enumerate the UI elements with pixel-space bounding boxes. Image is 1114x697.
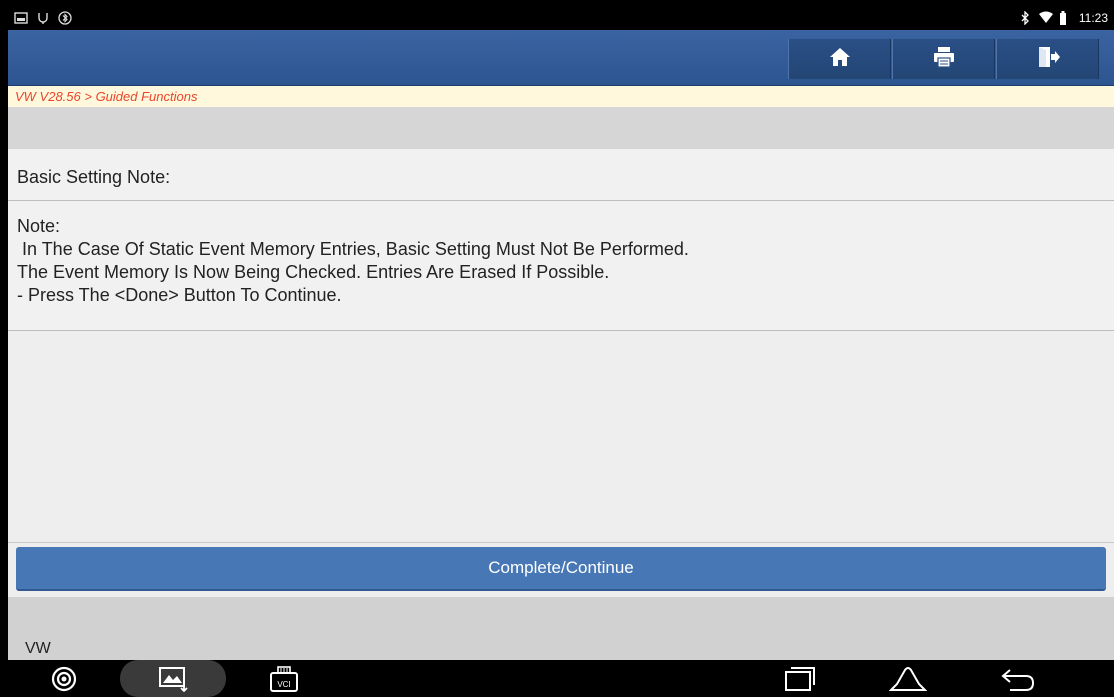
status-bar: 11:23	[8, 8, 1114, 30]
vci-icon[interactable]: VCI	[264, 664, 304, 694]
home-nav-icon[interactable]	[888, 664, 928, 694]
printer-icon	[932, 46, 956, 73]
home-button[interactable]	[788, 39, 891, 79]
vehicle-label: VW	[25, 640, 51, 657]
note-line: - Press The <Done> Button To Continue.	[17, 285, 342, 305]
screen-bezel-left	[0, 0, 8, 697]
app-bar	[8, 30, 1114, 86]
back-icon[interactable]	[998, 664, 1038, 694]
empty-area	[8, 331, 1114, 543]
gallery-icon[interactable]	[156, 664, 192, 694]
header-band	[8, 107, 1114, 149]
exit-icon	[1036, 46, 1060, 73]
note-line: In The Case Of Static Event Memory Entri…	[17, 239, 689, 259]
vci-label: VCI	[277, 680, 290, 689]
clock: 11:23	[1078, 11, 1108, 25]
navigation-bar: VCI	[8, 660, 1114, 697]
main-content: Basic Setting Note: Note: In The Case Of…	[8, 107, 1114, 660]
screenshot-icon	[14, 11, 28, 25]
note-panel: Note: In The Case Of Static Event Memory…	[8, 201, 1114, 331]
recent-apps-icon[interactable]	[780, 664, 820, 694]
complete-continue-button[interactable]: Complete/Continue	[16, 547, 1106, 591]
usb-debug-icon	[36, 11, 50, 25]
wifi-icon	[1038, 11, 1053, 25]
note-line: Note:	[17, 216, 61, 236]
note-line: The Event Memory Is Now Being Checked. E…	[17, 262, 610, 282]
breadcrumb: VW V28.56 > Guided Functions	[8, 86, 1114, 107]
browser-icon[interactable]	[48, 664, 80, 694]
print-button[interactable]	[892, 39, 995, 79]
exit-button[interactable]	[996, 39, 1099, 79]
screen-bezel-top	[0, 0, 1114, 8]
bluetooth-settings-icon	[58, 11, 72, 25]
section-title: Basic Setting Note:	[8, 149, 1114, 201]
home-icon	[829, 47, 851, 72]
footer-band: VW	[8, 597, 1114, 660]
bluetooth-icon	[1019, 10, 1033, 26]
battery-icon	[1059, 11, 1073, 25]
